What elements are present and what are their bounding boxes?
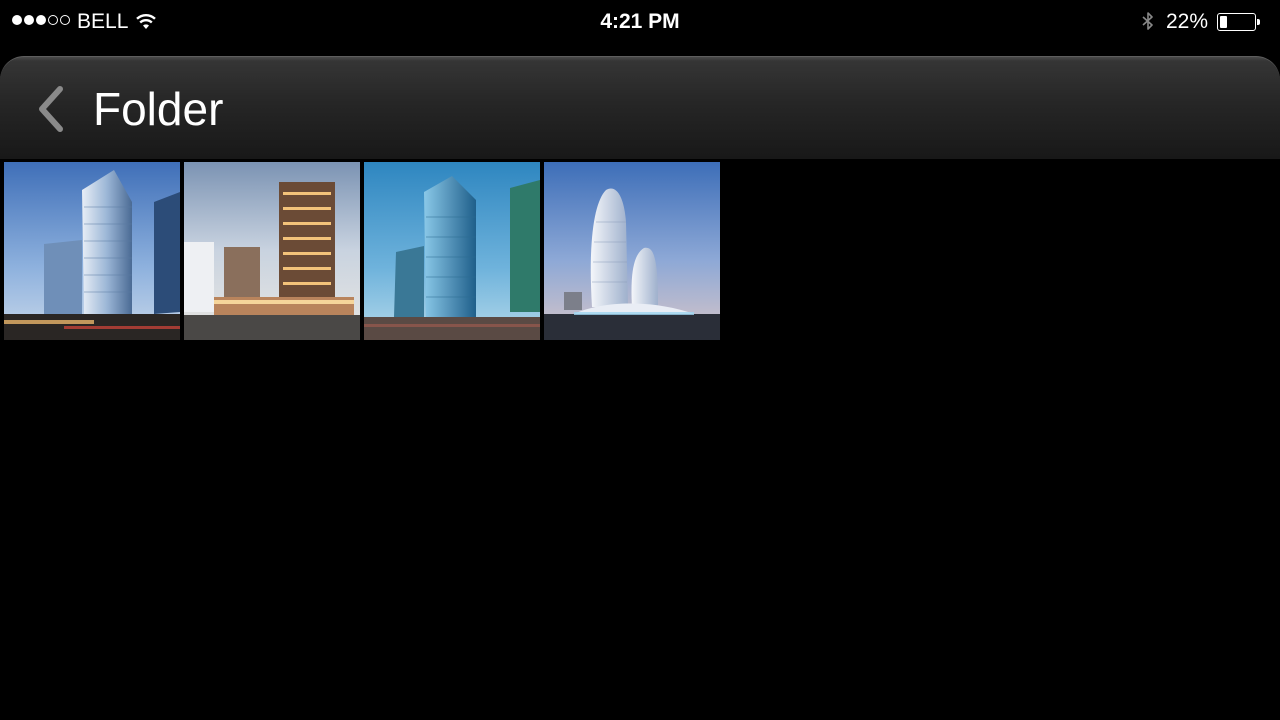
status-time: 4:21 PM <box>600 10 680 33</box>
thumbnail-building-3[interactable] <box>364 162 540 340</box>
bluetooth-icon <box>1142 12 1153 30</box>
page-title: Folder <box>93 83 224 135</box>
thumbnail-building-4[interactable] <box>544 162 720 340</box>
building-image <box>364 162 540 340</box>
battery-nub <box>1257 19 1260 25</box>
battery-percentage: 22% <box>1166 10 1209 33</box>
thumbnail-grid <box>4 162 720 340</box>
building-image <box>184 162 360 340</box>
building-image <box>544 162 720 340</box>
thumbnail-building-2[interactable] <box>184 162 360 340</box>
building-image <box>4 162 180 340</box>
back-button[interactable] <box>28 83 72 135</box>
thumbnail-building-1[interactable] <box>4 162 180 340</box>
status-bar: BELL 4:21 PM 22% <box>0 0 1280 44</box>
battery-fill <box>1220 16 1227 28</box>
navigation-bar: Folder <box>0 56 1280 159</box>
battery-icon <box>1217 13 1256 31</box>
